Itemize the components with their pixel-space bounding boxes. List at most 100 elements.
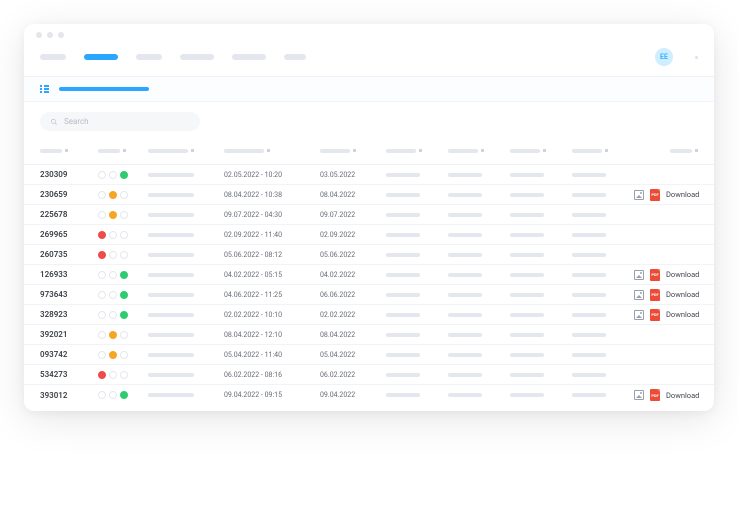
sub-nav-active-indicator[interactable] xyxy=(59,87,149,91)
image-icon[interactable] xyxy=(634,310,644,320)
row-cell xyxy=(572,253,628,257)
row-status xyxy=(98,351,142,359)
table-row[interactable]: 53427306.02.2022 - 08:1606.02.2022 xyxy=(24,365,714,385)
row-cell xyxy=(386,273,442,277)
row-cell xyxy=(148,393,218,397)
image-icon[interactable] xyxy=(634,190,644,200)
traffic-light-zoom[interactable] xyxy=(58,32,64,38)
user-avatar[interactable]: EE xyxy=(655,48,673,66)
traffic-light-close[interactable] xyxy=(36,32,42,38)
table-row[interactable]: 39202108.04.2022 - 12:1008.04.2022 xyxy=(24,325,714,345)
nav-item-1[interactable] xyxy=(40,54,66,60)
row-cell xyxy=(510,173,566,177)
row-cell xyxy=(572,333,628,337)
col-date[interactable] xyxy=(320,149,380,153)
col-status[interactable] xyxy=(98,149,142,153)
table-row[interactable]: 23065908.04.2022 - 10:3808.04.2022PDFDow… xyxy=(24,185,714,205)
search-input[interactable]: Search xyxy=(40,112,200,131)
row-cell xyxy=(448,353,504,357)
row-cell xyxy=(510,293,566,297)
status-dot xyxy=(120,211,128,219)
pdf-icon[interactable]: PDF xyxy=(650,289,660,301)
status-dot xyxy=(120,251,128,259)
table-row[interactable]: 32892302.02.2022 - 10:1002.02.2022PDFDow… xyxy=(24,305,714,325)
nav-item-3[interactable] xyxy=(136,54,162,60)
row-datetime: 09.04.2022 - 09:15 xyxy=(224,391,314,399)
table-row[interactable]: 39301209.04.2022 - 09:1509.04.2022PDFDow… xyxy=(24,385,714,405)
row-cell xyxy=(148,233,218,237)
col-id[interactable] xyxy=(40,149,92,153)
col-datetime[interactable] xyxy=(224,149,314,153)
row-cell xyxy=(572,173,628,177)
row-cell xyxy=(510,393,566,397)
row-date: 08.04.2022 xyxy=(320,331,380,339)
col-9[interactable] xyxy=(572,149,628,153)
row-cell xyxy=(386,233,442,237)
col-7[interactable] xyxy=(448,149,504,153)
download-link[interactable]: Download xyxy=(666,391,699,400)
download-link[interactable]: Download xyxy=(666,190,699,199)
image-icon[interactable] xyxy=(634,290,644,300)
download-link[interactable]: Download xyxy=(666,270,699,279)
col-actions[interactable] xyxy=(634,149,698,153)
download-link[interactable]: Download xyxy=(666,290,699,299)
row-status xyxy=(98,271,142,279)
pdf-icon[interactable]: PDF xyxy=(650,269,660,281)
row-cell xyxy=(386,173,442,177)
row-cell xyxy=(510,233,566,237)
table-row[interactable]: 26073505.06.2022 - 08:1205.06.2022 xyxy=(24,245,714,265)
row-status xyxy=(98,331,142,339)
col-8[interactable] xyxy=(510,149,566,153)
table-row[interactable]: 22567809.07.2022 - 04:3009.07.2022 xyxy=(24,205,714,225)
table-row[interactable]: 97364304.06.2022 - 11:2506.06.2022PDFDow… xyxy=(24,285,714,305)
pdf-icon[interactable]: PDF xyxy=(650,389,660,401)
row-cell xyxy=(448,393,504,397)
list-icon xyxy=(40,85,49,93)
table-row[interactable]: 12693304.02.2022 - 05:1504.02.2022PDFDow… xyxy=(24,265,714,285)
image-icon[interactable] xyxy=(634,390,644,400)
col-6[interactable] xyxy=(386,149,442,153)
nav-item-4[interactable] xyxy=(180,54,214,60)
row-id: 260735 xyxy=(40,250,92,259)
status-dot xyxy=(120,171,128,179)
row-datetime: 02.09.2022 - 11:40 xyxy=(224,231,314,239)
row-datetime: 02.02.2022 - 10:10 xyxy=(224,311,314,319)
status-dot xyxy=(98,371,106,379)
row-cell xyxy=(572,293,628,297)
traffic-light-minimize[interactable] xyxy=(47,32,53,38)
download-link[interactable]: Download xyxy=(666,310,699,319)
status-dot xyxy=(120,311,128,319)
row-cell xyxy=(572,393,628,397)
avatar-menu-icon[interactable] xyxy=(695,56,698,59)
pdf-icon[interactable]: PDF xyxy=(650,309,660,321)
row-date: 04.02.2022 xyxy=(320,271,380,279)
row-cell xyxy=(386,313,442,317)
row-cell xyxy=(386,213,442,217)
table-row[interactable]: 26996502.09.2022 - 11:4002.09.2022 xyxy=(24,225,714,245)
row-datetime: 05.06.2022 - 08:12 xyxy=(224,251,314,259)
row-id: 093742 xyxy=(40,350,92,359)
row-cell xyxy=(386,393,442,397)
table-row[interactable]: 09374205.04.2022 - 11:4005.04.2022 xyxy=(24,345,714,365)
row-cell xyxy=(572,353,628,357)
nav-item-5[interactable] xyxy=(232,54,266,60)
row-cell xyxy=(572,273,628,277)
row-id: 225678 xyxy=(40,210,92,219)
status-dot xyxy=(98,211,106,219)
row-cell xyxy=(448,313,504,317)
row-cell xyxy=(386,353,442,357)
search-placeholder: Search xyxy=(64,117,89,126)
nav-item-6[interactable] xyxy=(284,54,306,60)
nav-item-2-active[interactable] xyxy=(84,54,118,60)
row-id: 973643 xyxy=(40,290,92,299)
row-cell xyxy=(572,213,628,217)
pdf-icon[interactable]: PDF xyxy=(650,189,660,201)
table-row[interactable]: 23030902.05.2022 - 10:2003.05.2022 xyxy=(24,165,714,185)
row-actions: PDF Download xyxy=(634,389,703,401)
row-date: 03.05.2022 xyxy=(320,171,380,179)
image-icon[interactable] xyxy=(634,270,644,280)
row-actions: PDF Download xyxy=(634,189,703,201)
row-cell xyxy=(448,333,504,337)
col-3[interactable] xyxy=(148,149,218,153)
row-status xyxy=(98,191,142,199)
